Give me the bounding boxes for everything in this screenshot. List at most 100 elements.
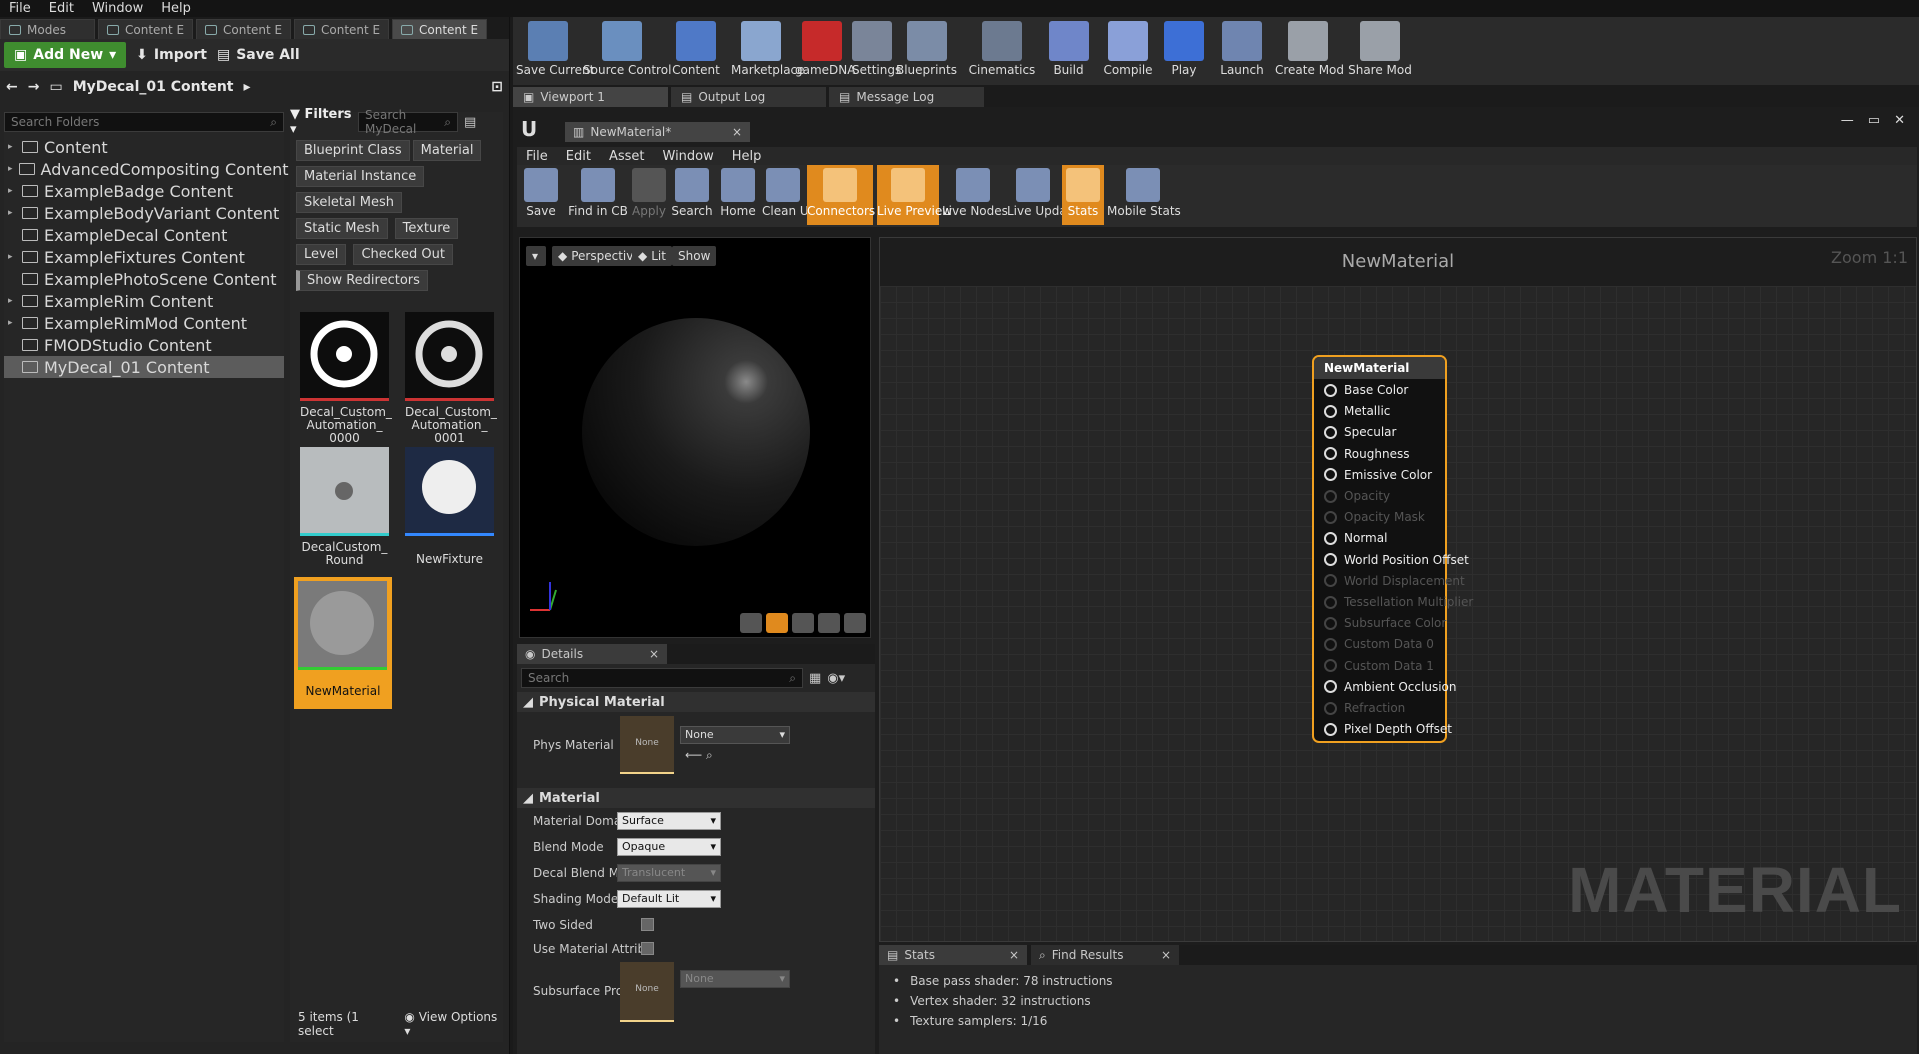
- asset-tile[interactable]: Decal_Custom_ Automation_ 0000: [300, 312, 392, 445]
- input-pin[interactable]: World Position Offset: [1324, 553, 1469, 567]
- live-nodes-button[interactable]: Live Nodes: [942, 165, 1008, 225]
- search-button[interactable]: Search: [670, 165, 714, 225]
- menu-edit[interactable]: Edit: [557, 149, 600, 164]
- asset-tile[interactable]: Decal_Custom_ Automation_ 0001: [405, 312, 497, 445]
- save-search-icon[interactable]: ▤: [464, 115, 476, 130]
- menu-asset[interactable]: Asset: [600, 149, 654, 164]
- folder-item-selected[interactable]: MyDecal_01 Content: [4, 356, 284, 378]
- tab-modes[interactable]: Modes: [0, 19, 95, 39]
- blueprints-button[interactable]: Blueprints: [889, 21, 964, 83]
- save-all-button[interactable]: ▤ Save All: [217, 47, 300, 63]
- phys-material-dropdown[interactable]: None ▾: [680, 726, 790, 744]
- material-section[interactable]: ◢ Material: [517, 788, 875, 808]
- close-icon[interactable]: ×: [649, 647, 659, 661]
- folder-item[interactable]: ▸ ExampleRim Content: [4, 290, 284, 312]
- tab-message-log[interactable]: ▤ Message Log: [829, 87, 984, 107]
- folder-item[interactable]: ▸ Content: [4, 136, 284, 158]
- lock-icon[interactable]: ⊡: [491, 79, 503, 95]
- tab-viewport[interactable]: ▣ Viewport 1: [513, 87, 668, 107]
- gamedna-button[interactable]: gameDNA: [795, 21, 855, 83]
- expand-arrow-icon[interactable]: ▸: [8, 318, 16, 328]
- clean-up-button[interactable]: Clean Up: [762, 165, 816, 225]
- source-control-button[interactable]: Source Control: [583, 21, 671, 83]
- chevron-right-icon[interactable]: ▸: [243, 79, 250, 95]
- tab-stats[interactable]: ▤ Stats ×: [879, 945, 1027, 965]
- expand-arrow-icon[interactable]: ▸: [8, 142, 16, 152]
- save-button[interactable]: Save: [519, 165, 563, 225]
- tab-content-browser-2[interactable]: Content E: [196, 19, 291, 39]
- settings-button[interactable]: Settings: [852, 21, 901, 83]
- tab-content-browser-1[interactable]: Content E: [98, 19, 193, 39]
- menu-help[interactable]: Help: [723, 149, 771, 164]
- minimize-icon[interactable]: —: [1841, 113, 1854, 128]
- asset-tile-selected[interactable]: NewMaterial: [294, 577, 392, 709]
- folder-item[interactable]: ▸ AdvancedCompositing Content: [4, 158, 289, 180]
- filter-chip[interactable]: Checked Out: [353, 244, 453, 265]
- details-search-input[interactable]: Search ⌕: [521, 668, 803, 688]
- tab-content-browser-3[interactable]: Content E: [294, 19, 389, 39]
- save-current-button[interactable]: Save Current: [516, 21, 594, 83]
- close-icon[interactable]: ×: [1009, 948, 1019, 962]
- folder-item[interactable]: ▸ ExampleFixtures Content: [4, 246, 284, 268]
- sphere-preview-icon[interactable]: [766, 613, 788, 633]
- grid-view-icon[interactable]: ▦: [809, 671, 821, 686]
- close-icon[interactable]: ×: [1161, 948, 1171, 962]
- folder-item[interactable]: ▸ ExampleBadge Content: [4, 180, 284, 202]
- cinematics-button[interactable]: Cinematics: [968, 21, 1036, 83]
- search-folders-input[interactable]: Search Folders ⌕: [4, 112, 284, 132]
- input-pin[interactable]: Specular: [1324, 425, 1396, 439]
- menu-help[interactable]: Help: [152, 1, 200, 16]
- tab-new-material[interactable]: ▥ NewMaterial* ×: [565, 122, 750, 142]
- physical-material-section[interactable]: ◢ Physical Material: [517, 692, 875, 712]
- folder-item[interactable]: ▸ ExampleRimMod Content: [4, 312, 284, 334]
- subsurface-thumbnail[interactable]: None: [620, 962, 674, 1022]
- shading-model-dropdown[interactable]: Default Lit ▾: [617, 890, 721, 908]
- blend-mode-dropdown[interactable]: Opaque ▾: [617, 838, 721, 856]
- cube-preview-icon[interactable]: [818, 613, 840, 633]
- material-graph[interactable]: NewMaterial Zoom 1:1 NewMaterial Base Co…: [879, 237, 1917, 942]
- menu-window[interactable]: Window: [654, 149, 723, 164]
- close-icon[interactable]: ×: [732, 125, 742, 139]
- menu-file[interactable]: File: [517, 149, 557, 164]
- input-pin[interactable]: Roughness: [1324, 447, 1409, 461]
- filter-chip[interactable]: Skeletal Mesh: [296, 192, 402, 213]
- expand-arrow-icon[interactable]: ▸: [8, 186, 16, 196]
- maximize-icon[interactable]: ▭: [1868, 113, 1880, 128]
- filters-dropdown[interactable]: ▼ Filters ▾: [290, 107, 352, 137]
- create-mod-button[interactable]: Create Mod: [1275, 21, 1344, 83]
- share-mod-button[interactable]: Share Mod: [1345, 21, 1415, 83]
- expand-arrow-icon[interactable]: ▸: [8, 252, 16, 262]
- folder-item[interactable]: ExampleDecal Content: [4, 224, 284, 246]
- search-assets-input[interactable]: Search MyDecal ⌕: [358, 108, 458, 136]
- phys-material-thumbnail[interactable]: None: [620, 716, 674, 774]
- import-button[interactable]: ⬇ Import: [136, 47, 207, 63]
- tab-find-results[interactable]: ⌕ Find Results ×: [1031, 945, 1179, 965]
- teapot-preview-icon[interactable]: [844, 613, 866, 633]
- tab-content-browser-4[interactable]: Content E: [392, 19, 487, 39]
- view-options-button[interactable]: ◉ View Options ▾: [404, 1010, 503, 1038]
- menu-window[interactable]: Window: [83, 1, 152, 16]
- input-pin[interactable]: Base Color: [1324, 383, 1408, 397]
- filter-chip[interactable]: Static Mesh: [296, 218, 388, 239]
- stats-button[interactable]: Stats: [1062, 165, 1104, 225]
- folder-item[interactable]: ▸ ExampleBodyVariant Content: [4, 202, 284, 224]
- expand-arrow-icon[interactable]: ▸: [8, 296, 16, 306]
- eye-icon[interactable]: ◉▾: [827, 671, 845, 686]
- add-new-button[interactable]: ▣ Add New ▾: [4, 42, 127, 68]
- plane-preview-icon[interactable]: [792, 613, 814, 633]
- input-pin[interactable]: Normal: [1324, 531, 1387, 545]
- filter-chip[interactable]: Material: [412, 140, 482, 161]
- launch-button[interactable]: Launch: [1213, 21, 1271, 83]
- back-arrow-icon[interactable]: ←: [6, 79, 18, 95]
- filter-chip[interactable]: Material Instance: [296, 166, 425, 187]
- mobile-stats-button[interactable]: Mobile Stats: [1107, 165, 1181, 225]
- find-in-cb-button[interactable]: Find in CB: [567, 165, 629, 225]
- expand-arrow-icon[interactable]: ▸: [8, 164, 13, 174]
- forward-arrow-icon[interactable]: →: [28, 79, 40, 95]
- menu-file[interactable]: File: [0, 1, 40, 16]
- menu-edit[interactable]: Edit: [40, 1, 83, 16]
- home-button[interactable]: Home: [717, 165, 759, 225]
- folder-item[interactable]: FMODStudio Content: [4, 334, 284, 356]
- connectors-button[interactable]: Connectors: [807, 165, 875, 225]
- marketplace-button[interactable]: Marketplace: [731, 21, 805, 83]
